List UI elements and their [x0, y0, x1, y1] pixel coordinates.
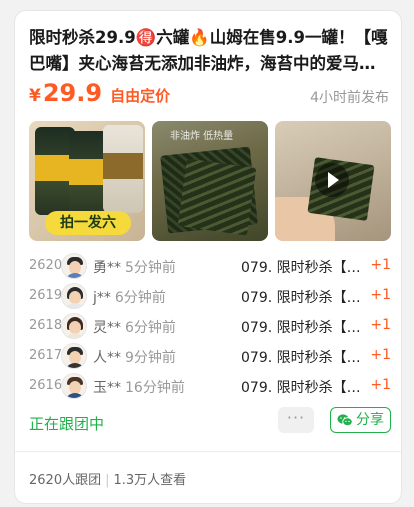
order-qty: +1	[370, 317, 391, 333]
order-item: 079. 限时秒杀【6罐】	[241, 260, 361, 276]
order-item: 079. 限时秒杀【6罐】	[241, 380, 361, 396]
order-number: 2617	[29, 348, 63, 363]
posted-time: 4小时前发布	[310, 90, 389, 106]
video-thumbnail[interactable]	[275, 121, 391, 241]
following-status[interactable]: 正在跟团中	[29, 413, 104, 434]
order-item: 079. 限时秒杀【6罐】	[241, 320, 361, 336]
price-row: ¥29.9 自由定价 4小时前发布	[29, 79, 389, 113]
joined-count: 2620人跟团	[29, 473, 102, 488]
price: ¥29.9 自由定价	[29, 79, 170, 107]
order-row[interactable]: 2620 勇**5分钟前 079. 限时秒杀【6罐】 +1	[29, 253, 391, 279]
buyer-name: j** 6分钟前	[93, 290, 166, 306]
order-item: 079. 限时秒杀【6罐】	[241, 350, 361, 366]
avatar	[61, 343, 87, 369]
product-title[interactable]: 限时秒杀29.9🉐六罐🔥山姆在售9.9一罐！【嘎巴嘴】夹心海苔无添加非油炸，海苔…	[29, 25, 391, 77]
order-qty: +1	[370, 347, 391, 363]
order-number: 2619	[29, 288, 63, 303]
product-images: 拍一发六 非油炸 低热量	[29, 121, 391, 241]
seaweed-can-photo[interactable]: 拍一发六	[29, 121, 145, 241]
play-icon[interactable]	[315, 163, 349, 197]
price-value: 29.9	[42, 79, 103, 107]
currency-symbol: ¥	[29, 86, 41, 106]
order-qty: +1	[370, 287, 391, 303]
order-number: 2620	[29, 258, 63, 273]
order-row[interactable]: 2619 j**6分钟前 079. 限时秒杀【6罐】 +1	[29, 283, 391, 309]
order-number: 2616	[29, 378, 63, 393]
avatar	[61, 313, 87, 339]
wechat-icon	[337, 414, 353, 427]
seaweed-sheet	[177, 158, 257, 236]
order-row[interactable]: 2616 玉**16分钟前 079. 限时秒杀【6罐】 +1	[29, 373, 391, 399]
group-buy-card[interactable]: 限时秒杀29.9🉐六罐🔥山姆在售9.9一罐！【嘎巴嘴】夹心海苔无添加非油炸，海苔…	[14, 10, 402, 504]
share-label: 分享	[356, 412, 384, 428]
order-row[interactable]: 2618 灵**6分钟前 079. 限时秒杀【6罐】 +1	[29, 313, 391, 339]
can-graphic	[103, 125, 143, 213]
avatar	[61, 253, 87, 279]
order-qty: +1	[370, 257, 391, 273]
image-caption: 非油炸 低热量	[170, 131, 234, 142]
order-item: 079. 限时秒杀【6罐】	[241, 290, 361, 306]
stats-footer: 2620人跟团 | 1.3万人查看	[29, 469, 186, 488]
more-button[interactable]: ···	[278, 407, 314, 433]
separator: |	[105, 473, 110, 488]
image-caption: 拍一发六	[45, 211, 131, 235]
divider	[15, 451, 401, 452]
seaweed-sheets-photo[interactable]: 非油炸 低热量	[152, 121, 268, 241]
buyer-name: 灵** 6分钟前	[93, 320, 176, 336]
order-qty: +1	[370, 377, 391, 393]
avatar	[61, 373, 87, 399]
view-count: 1.3万人查看	[113, 473, 187, 488]
buyer-name: 玉** 16分钟前	[93, 380, 185, 396]
share-button[interactable]: 分享	[330, 407, 391, 433]
order-number: 2618	[29, 318, 63, 333]
buyer-name: 人** 9分钟前	[93, 350, 176, 366]
order-row[interactable]: 2617 人**9分钟前 079. 限时秒杀【6罐】 +1	[29, 343, 391, 369]
price-tag: 自由定价	[110, 87, 171, 105]
buyer-name: 勇** 5分钟前	[93, 260, 176, 276]
avatar	[61, 283, 87, 309]
